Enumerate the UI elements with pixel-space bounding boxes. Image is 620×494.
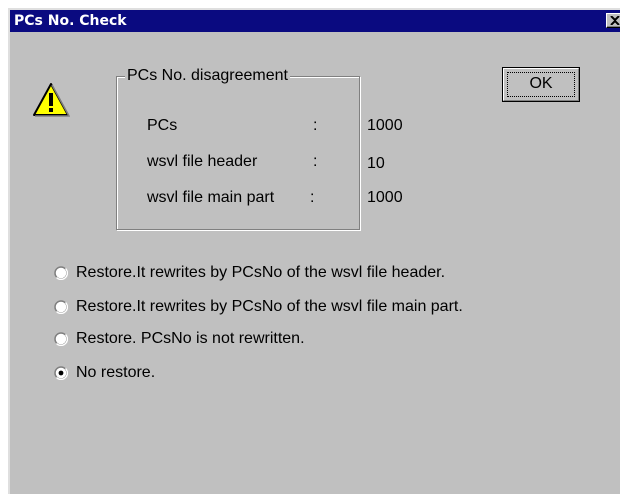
- option-label: No restore.: [76, 364, 156, 381]
- warning-icon: [33, 83, 70, 117]
- ok-button[interactable]: OK: [502, 67, 580, 102]
- header-label: wsvl file header: [147, 153, 258, 170]
- title-bar[interactable]: PCs No. Check: [10, 10, 620, 32]
- close-icon: [610, 16, 620, 25]
- main-part-separator: :: [310, 189, 315, 206]
- pcs-label: PCs: [147, 117, 178, 134]
- option-label: Restore. PCsNo is not rewritten.: [76, 330, 305, 347]
- header-separator: :: [313, 153, 318, 170]
- ok-button-label: OK: [529, 75, 553, 92]
- radio-icon[interactable]: [54, 300, 68, 314]
- main-part-value: 1000: [367, 189, 403, 206]
- group-legend: PCs No. disagreement: [125, 67, 290, 85]
- option-label: Restore.It rewrites by PCsNo of the wsvl…: [76, 264, 446, 281]
- radio-icon[interactable]: [54, 366, 68, 380]
- main-part-label: wsvl file main part: [147, 189, 275, 206]
- header-value: 10: [367, 155, 385, 172]
- dialog-title: PCs No. Check: [14, 13, 127, 29]
- close-button[interactable]: [606, 13, 620, 28]
- radio-icon[interactable]: [54, 332, 68, 346]
- pcs-value: 1000: [367, 117, 403, 134]
- pcs-separator: :: [313, 117, 318, 134]
- pcs-no-check-dialog: PCs No. Check PCs No. disagreement PCs :…: [8, 8, 620, 494]
- radio-icon[interactable]: [54, 266, 68, 280]
- option-label: Restore.It rewrites by PCsNo of the wsvl…: [76, 298, 463, 315]
- pcs-disagreement-group: PCs No. disagreement PCs : 1000 wsvl fil…: [116, 67, 403, 230]
